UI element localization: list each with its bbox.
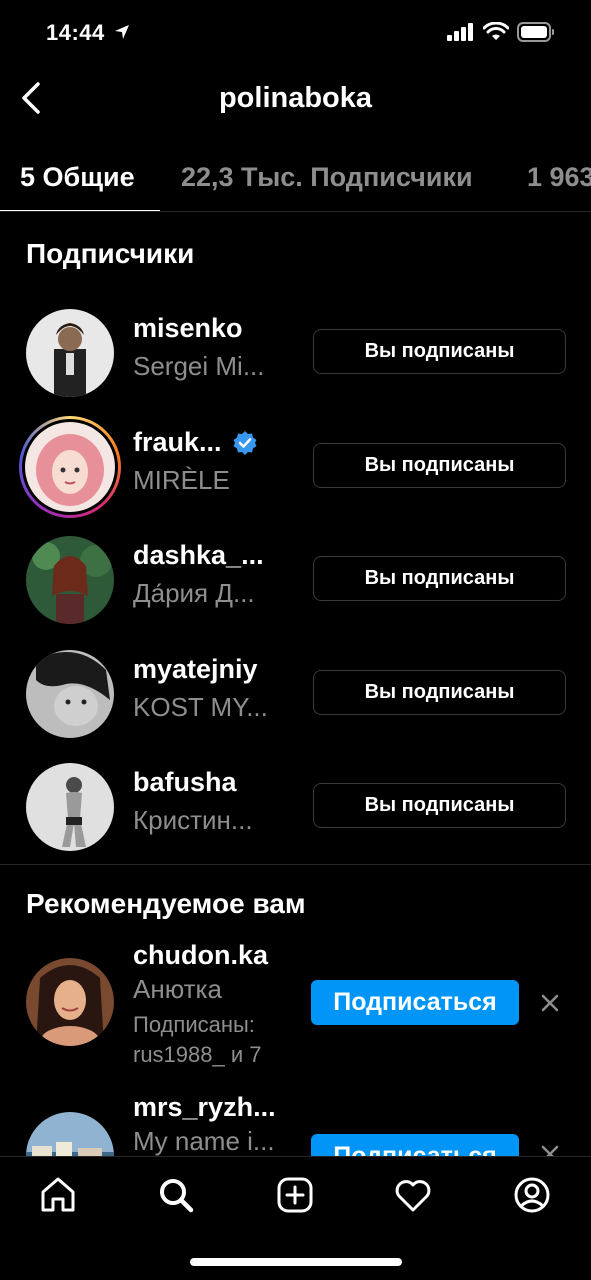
username[interactable]: dashka_... (133, 540, 264, 571)
avatar[interactable] (26, 958, 114, 1046)
following-button[interactable]: Вы подписаны (313, 556, 566, 601)
tab-following[interactable]: 1 963 Подписки (527, 162, 591, 193)
tab-followers[interactable]: 22,3 Тыс. Подписчики (181, 162, 473, 193)
username[interactable]: chudon.ka (133, 940, 268, 971)
mutual-followers-names: rus1988_ и 7 (133, 1042, 262, 1067)
close-icon[interactable] (538, 1142, 562, 1156)
page-title: polinaboka (218, 82, 373, 114)
full-name: KOST MY... (133, 692, 268, 722)
username[interactable]: mrs_ryzh... (133, 1092, 276, 1123)
avatar[interactable] (26, 1112, 114, 1156)
verified-badge-icon (233, 430, 257, 455)
following-button[interactable]: Вы подписаны (313, 670, 566, 715)
nav-header: polinaboka (0, 66, 591, 130)
list-item[interactable]: mrs_ryzh... My name i... Подписаться (0, 1084, 591, 1156)
mutual-followers-label: Подписаны: (133, 1012, 255, 1037)
location-arrow-icon (115, 25, 129, 39)
full-name: Анютка (133, 974, 222, 1004)
following-button[interactable]: Вы подписаны (313, 443, 566, 488)
profile-icon[interactable] (512, 1175, 552, 1215)
section-divider (0, 864, 591, 865)
create-icon[interactable] (275, 1175, 315, 1215)
list-item[interactable]: dashka_... Да́рия Д... Вы подписаны (0, 530, 591, 630)
status-time: 14:44 (46, 20, 105, 45)
list-item[interactable]: frauk... MIRÈLE Вы подписаны (0, 416, 591, 518)
following-button[interactable]: Вы подписаны (313, 783, 566, 828)
activity-icon[interactable] (393, 1175, 433, 1215)
follow-button[interactable]: Подписаться (311, 1134, 519, 1156)
signal-icon (447, 23, 473, 41)
list-item[interactable]: chudon.ka Анютка Подписаны: rus1988_ и 7… (0, 930, 591, 1080)
status-icons (447, 22, 555, 42)
avatar[interactable] (26, 763, 114, 851)
battery-icon (517, 22, 554, 42)
search-icon[interactable] (156, 1175, 196, 1215)
avatar[interactable] (26, 536, 114, 624)
avatar[interactable] (26, 650, 114, 738)
list-item[interactable]: myatejniy KOST MY... Вы подписаны (0, 644, 591, 744)
wifi-icon (483, 22, 509, 40)
list-item[interactable]: bafusha Кристин... Вы подписаны (0, 757, 591, 857)
follow-button[interactable]: Подписаться (311, 980, 519, 1025)
tab-active-indicator (0, 210, 160, 211)
tab-mutual[interactable]: 5 Общие (20, 162, 135, 193)
avatar[interactable] (25, 422, 115, 512)
username[interactable]: myatejniy (133, 654, 258, 685)
tab-bar: 5 Общие 22,3 Тыс. Подписчики 1 963 Подпи… (0, 146, 591, 212)
list-item[interactable]: misenko Sergei Mi... Вы подписаны (0, 303, 591, 403)
username[interactable]: frauk... (133, 427, 258, 458)
username[interactable]: bafusha (133, 767, 237, 798)
full-name: Sergei Mi... (133, 351, 265, 381)
close-icon[interactable] (538, 991, 562, 1015)
avatar[interactable] (26, 309, 114, 397)
home-indicator (190, 1258, 402, 1266)
full-name: Кристин... (133, 805, 253, 835)
full-name: My name i... (133, 1126, 275, 1156)
following-button[interactable]: Вы подписаны (313, 329, 566, 374)
status-bar: 14:44 (0, 0, 591, 66)
full-name: MIRÈLE (133, 465, 230, 495)
home-icon[interactable] (38, 1175, 78, 1215)
section-title-recommended: Рекомендуемое вам (26, 888, 306, 919)
section-title-followers: Подписчики (26, 238, 195, 269)
full-name: Да́рия Д... (133, 578, 255, 608)
username[interactable]: misenko (133, 313, 243, 344)
